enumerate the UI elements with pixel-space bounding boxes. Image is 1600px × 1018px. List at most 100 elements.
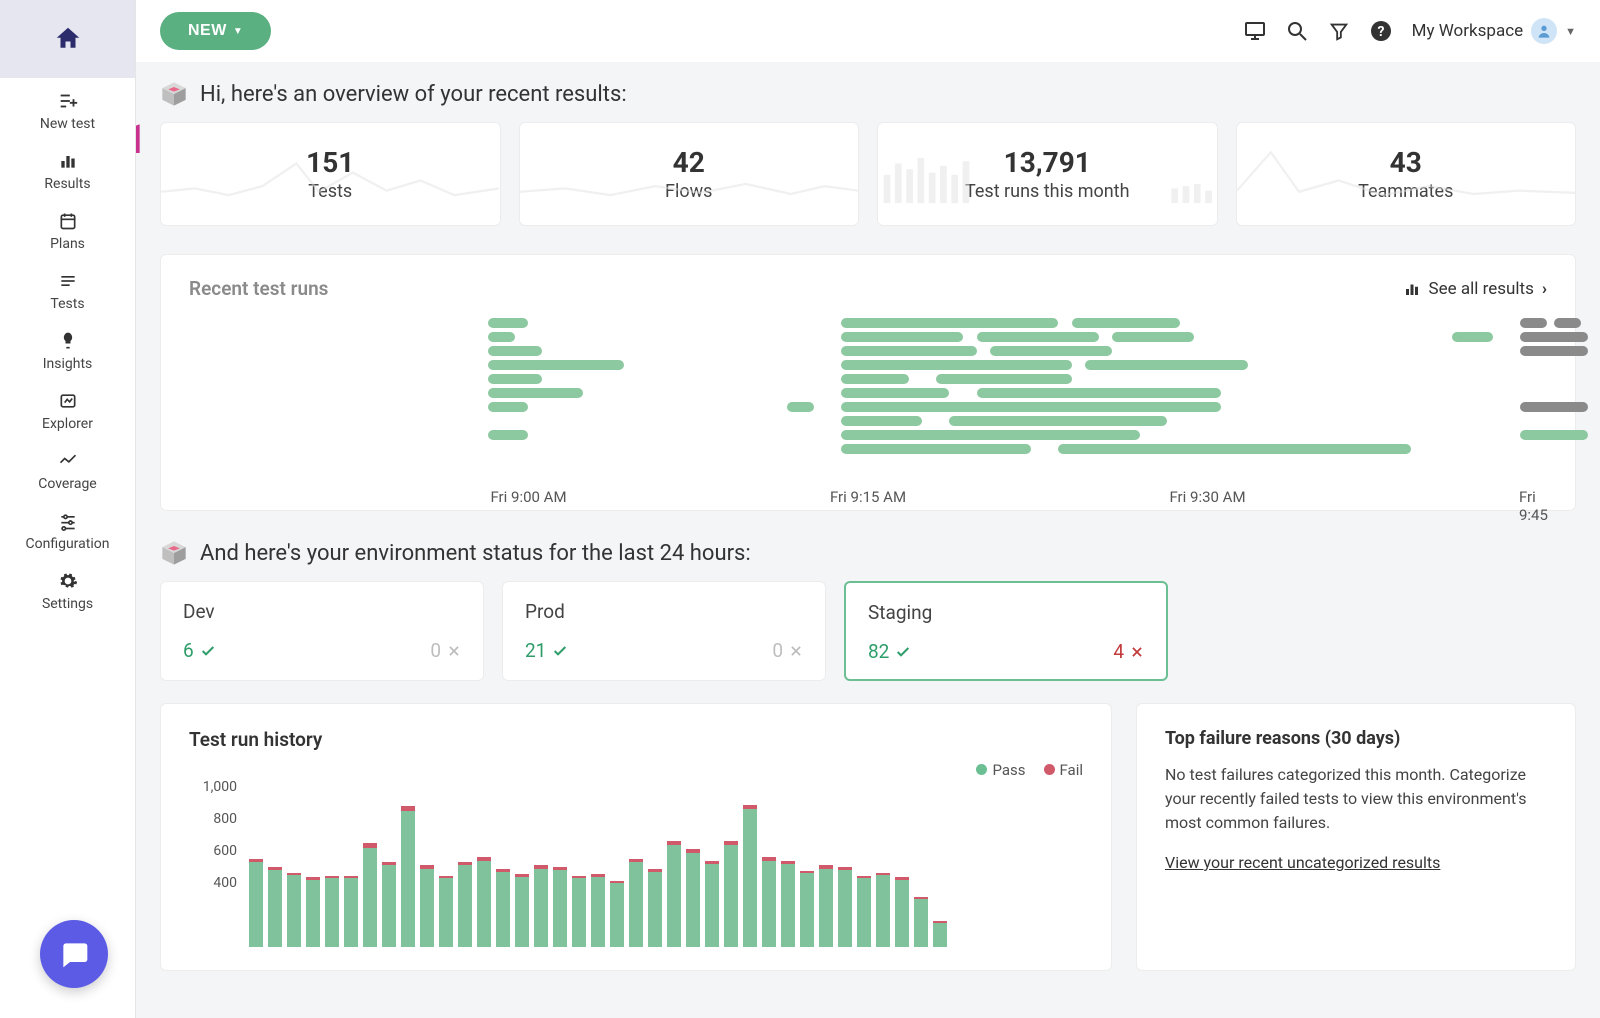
workspace-selector[interactable]: My Workspace ▼ xyxy=(1412,18,1576,44)
cube-icon xyxy=(160,80,188,108)
run-bar[interactable] xyxy=(977,388,1221,398)
run-bar[interactable] xyxy=(1452,332,1493,342)
help-button[interactable]: ? xyxy=(1360,10,1402,52)
sidebar-item-tests[interactable]: Tests xyxy=(0,258,135,318)
avatar-icon xyxy=(1531,18,1557,44)
run-bar[interactable] xyxy=(1554,318,1581,328)
run-bar[interactable] xyxy=(841,360,1072,370)
sidebar-home[interactable] xyxy=(0,0,135,78)
sidebar-item-coverage[interactable]: Coverage xyxy=(0,438,135,498)
run-bar[interactable] xyxy=(1520,430,1588,440)
run-bar[interactable] xyxy=(1085,360,1248,370)
main: NEW ▼ ? xyxy=(136,0,1600,1018)
stat-card-teammates[interactable]: 43 Teammates xyxy=(1236,122,1577,226)
run-bar[interactable] xyxy=(977,332,1099,342)
run-bar[interactable] xyxy=(1520,318,1547,328)
run-bar[interactable] xyxy=(1520,402,1588,412)
env-card-staging[interactable]: Staging 82 4 xyxy=(844,581,1168,681)
stat-card-flows[interactable]: 42 Flows xyxy=(519,122,860,226)
recent-runs-panel: Recent test runs See all results › Fri 9… xyxy=(160,254,1576,511)
new-button[interactable]: NEW ▼ xyxy=(160,12,271,50)
chevron-right-icon: › xyxy=(1542,279,1547,299)
run-bar[interactable] xyxy=(841,444,1031,454)
run-bar[interactable] xyxy=(488,360,624,370)
env-fail-count: 4 xyxy=(1113,640,1144,663)
env-card-dev[interactable]: Dev 6 0 xyxy=(160,581,484,681)
run-bar[interactable] xyxy=(1112,332,1193,342)
run-bar[interactable] xyxy=(841,346,977,356)
recent-runs-chart: Fri 9:00 AMFri 9:15 AMFri 9:30 AMFri 9:4… xyxy=(189,318,1547,488)
run-bar[interactable] xyxy=(488,430,529,440)
xtick: Fri 9:15 AM xyxy=(830,488,906,506)
run-bar[interactable] xyxy=(936,374,1072,384)
run-bar[interactable] xyxy=(488,318,529,328)
tests-icon xyxy=(57,270,79,292)
explorer-icon xyxy=(57,390,79,412)
stat-card-tests[interactable]: 151 Tests xyxy=(160,122,501,226)
sidebar-item-settings[interactable]: Settings xyxy=(0,558,135,618)
run-bar[interactable] xyxy=(488,388,583,398)
monitor-button[interactable] xyxy=(1234,10,1276,52)
env-card-prod[interactable]: Prod 21 0 xyxy=(502,581,826,681)
recent-runs-title: Recent test runs xyxy=(189,277,328,300)
run-bar[interactable] xyxy=(1520,332,1588,342)
caret-down-icon: ▼ xyxy=(1565,25,1576,38)
sidebar-item-plans[interactable]: Plans xyxy=(0,198,135,258)
see-all-results-link[interactable]: See all results › xyxy=(1403,279,1547,299)
run-bar[interactable] xyxy=(841,374,909,384)
history-title: Test run history xyxy=(189,728,1083,751)
caret-down-icon: ▼ xyxy=(233,26,243,37)
workspace-label: My Workspace xyxy=(1412,21,1523,41)
sidebar-item-results[interactable]: Results xyxy=(0,138,135,198)
xtick: Fri 9:30 AM xyxy=(1169,488,1245,506)
run-bar[interactable] xyxy=(488,332,515,342)
history-panel: Test run history Pass Fail 4006008001,00… xyxy=(160,703,1112,971)
stat-card-runs[interactable]: 13,791 Test runs this month xyxy=(877,122,1218,226)
history-legend: Pass Fail xyxy=(189,761,1083,779)
sidebar-item-explorer[interactable]: Explorer xyxy=(0,378,135,438)
sidebar-item-label: Configuration xyxy=(26,536,110,552)
run-bar[interactable] xyxy=(841,416,922,426)
sidebar-item-label: Coverage xyxy=(38,476,96,492)
run-bar[interactable] xyxy=(841,388,950,398)
annotation-marker-1: 1 xyxy=(136,116,147,163)
run-bar[interactable] xyxy=(1072,318,1181,328)
run-bar[interactable] xyxy=(488,346,542,356)
env-name: Dev xyxy=(183,600,461,623)
new-button-label: NEW xyxy=(188,22,227,40)
run-bar[interactable] xyxy=(787,402,814,412)
run-bar[interactable] xyxy=(841,402,1221,412)
filter-button[interactable] xyxy=(1318,10,1360,52)
sidebar-item-insights[interactable]: Insights xyxy=(0,318,135,378)
run-bar[interactable] xyxy=(841,430,1140,440)
sidebar: New test Results Plans Tests Insights xyxy=(0,0,136,1018)
run-bar[interactable] xyxy=(949,416,1166,426)
search-button[interactable] xyxy=(1276,10,1318,52)
failures-link[interactable]: View your recent uncategorized results xyxy=(1165,853,1440,872)
sidebar-item-label: New test xyxy=(40,116,95,132)
sidebar-item-configuration[interactable]: Configuration xyxy=(0,498,135,558)
svg-text:?: ? xyxy=(1377,24,1384,40)
chat-icon xyxy=(58,938,90,970)
stat-row: 151 Tests 42 Flows 13,791 Test runs this… xyxy=(160,122,1576,226)
history-chart: 4006008001,000 xyxy=(189,787,1083,947)
bars-icon xyxy=(1403,280,1421,298)
sparkline-bars xyxy=(878,141,1216,209)
run-bar[interactable] xyxy=(1520,346,1588,356)
run-bar[interactable] xyxy=(1058,444,1411,454)
settings-icon xyxy=(57,570,79,592)
overview-heading-row: Hi, here's an overview of your recent re… xyxy=(160,80,1576,108)
ytick: 400 xyxy=(213,875,237,891)
run-bar[interactable] xyxy=(488,374,542,384)
run-bar[interactable] xyxy=(841,332,963,342)
overview-heading: Hi, here's an overview of your recent re… xyxy=(200,82,627,107)
run-bar[interactable] xyxy=(990,346,1112,356)
cube-icon xyxy=(160,539,188,567)
env-heading: And here's your environment status for t… xyxy=(200,541,751,566)
sidebar-item-new-test[interactable]: New test xyxy=(0,78,135,138)
chat-launcher[interactable] xyxy=(40,920,108,988)
monitor-icon xyxy=(1243,19,1267,43)
run-bar[interactable] xyxy=(488,402,529,412)
run-bar[interactable] xyxy=(841,318,1058,328)
sidebar-item-label: Results xyxy=(44,176,90,192)
